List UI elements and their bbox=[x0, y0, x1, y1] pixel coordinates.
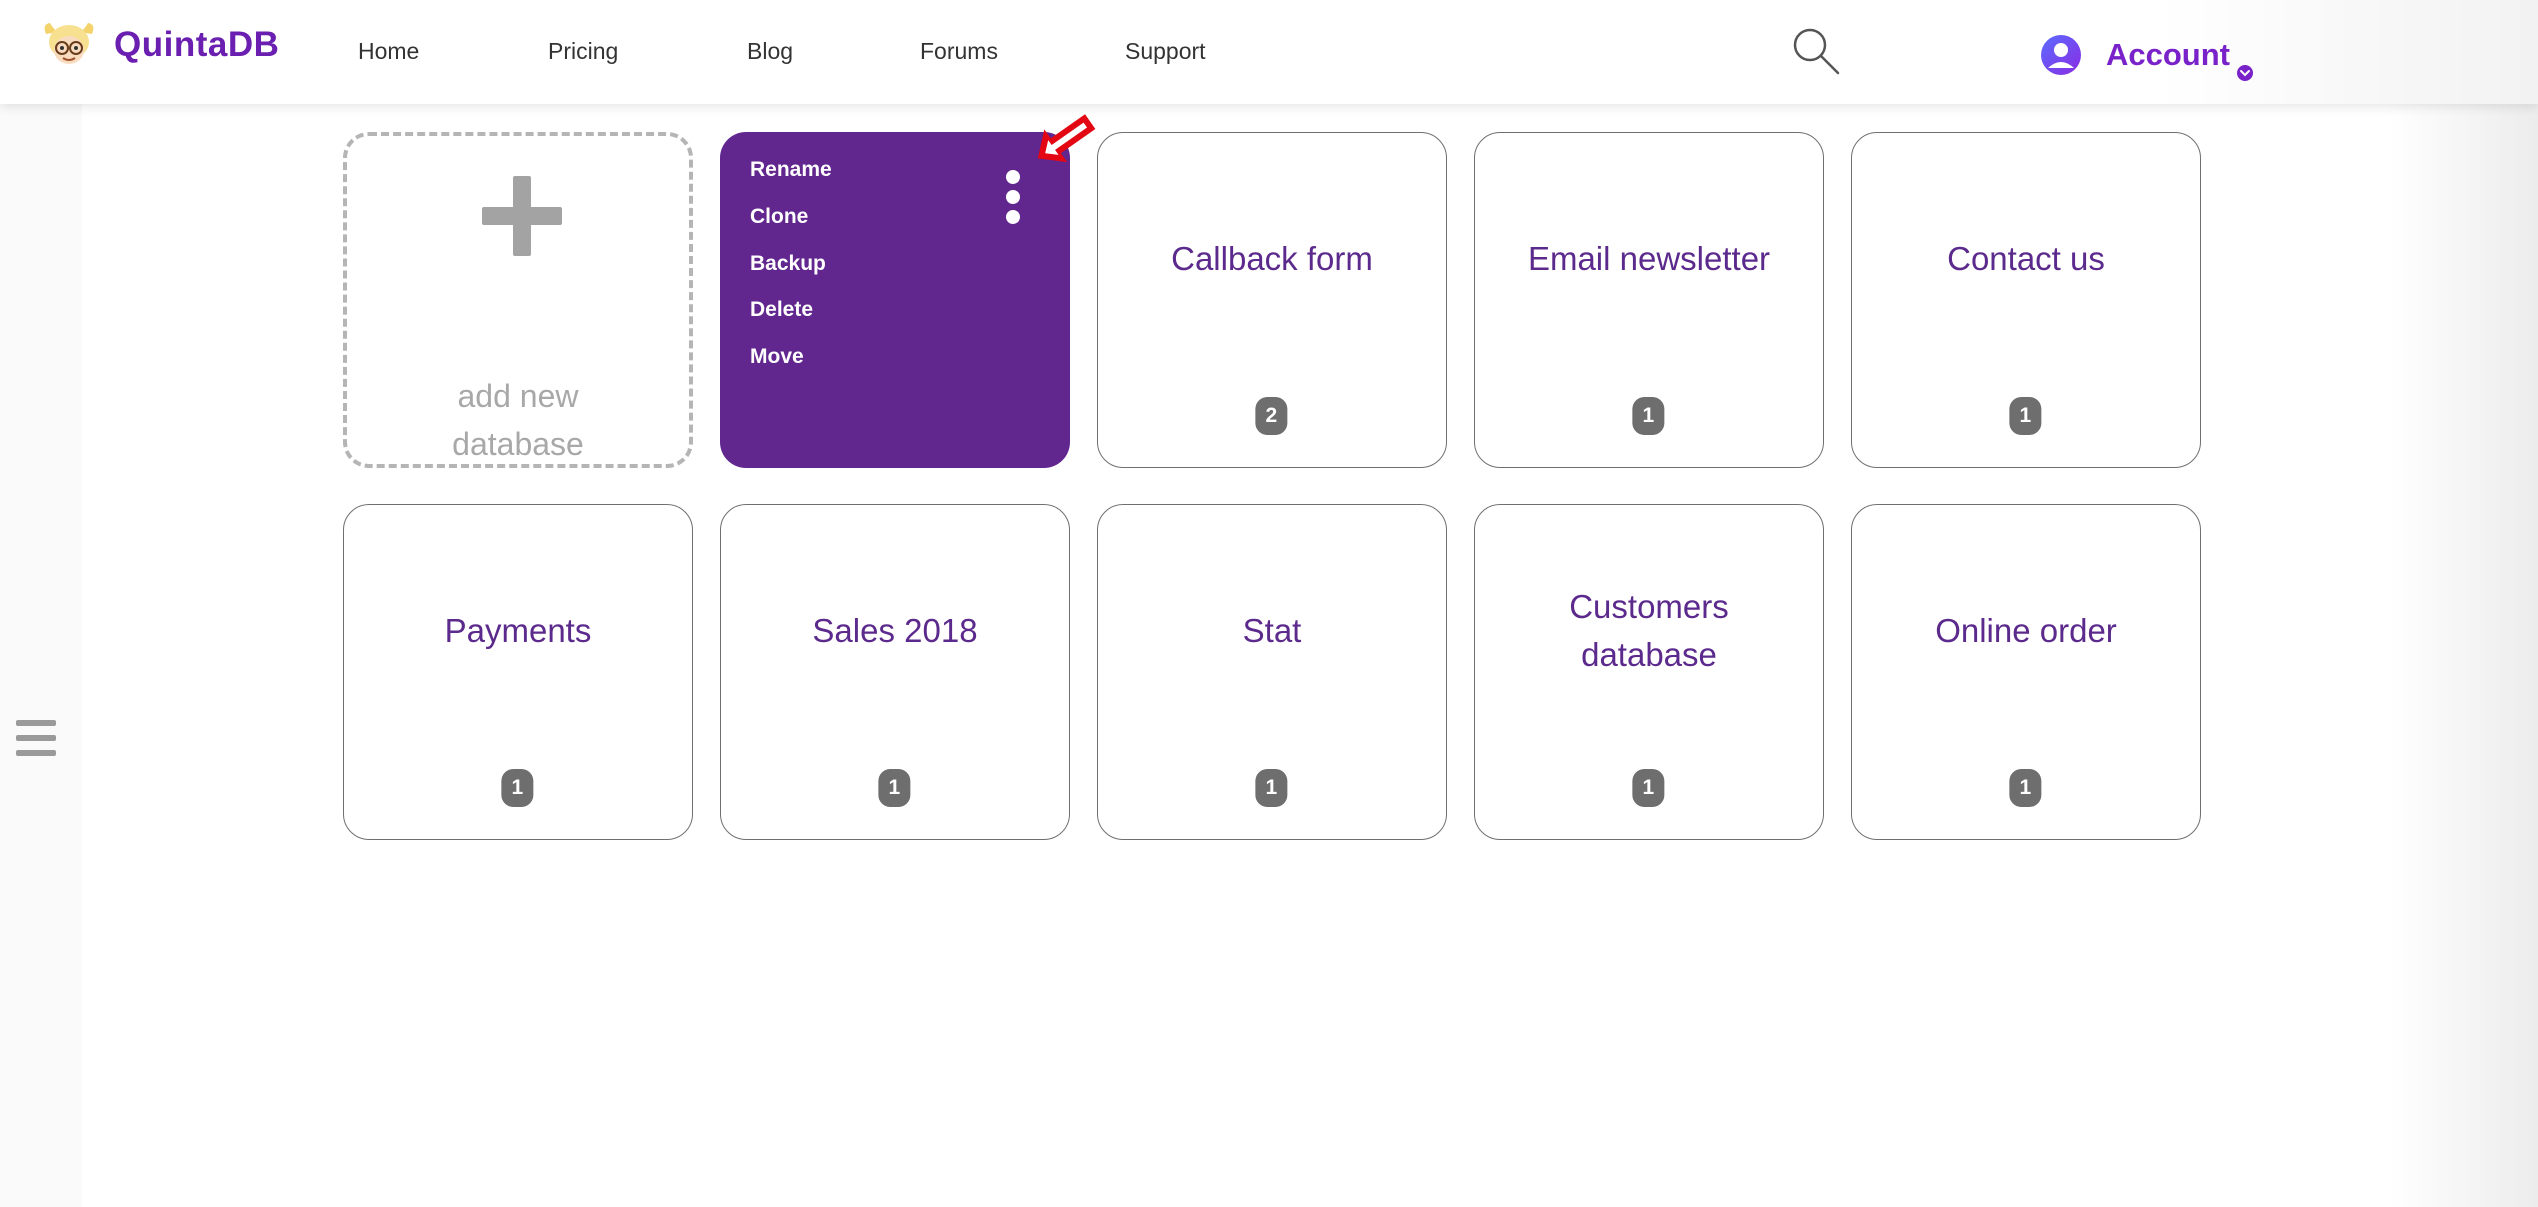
database-badge: 1 bbox=[2009, 397, 2042, 435]
arrow-pointer-icon bbox=[1037, 114, 1096, 163]
database-badge: 1 bbox=[1632, 769, 1665, 807]
kebab-dot bbox=[1006, 170, 1020, 184]
nav-home[interactable]: Home bbox=[358, 38, 419, 65]
chevron-down-icon[interactable] bbox=[2236, 64, 2254, 82]
database-card[interactable]: Stat 1 bbox=[1097, 504, 1447, 840]
database-card[interactable]: Sales 2018 1 bbox=[720, 504, 1070, 840]
nav-blog[interactable]: Blog bbox=[747, 38, 793, 65]
hamburger-menu-icon[interactable] bbox=[16, 720, 56, 756]
nav-pricing[interactable]: Pricing bbox=[548, 38, 618, 65]
kebab-dot bbox=[1006, 190, 1020, 204]
logo[interactable]: QuintaDB bbox=[40, 20, 279, 70]
database-badge: 1 bbox=[2009, 769, 2042, 807]
database-title: Stat bbox=[1242, 612, 1302, 649]
database-badge: 1 bbox=[878, 769, 911, 807]
user-avatar-icon bbox=[2041, 35, 2081, 75]
right-shade bbox=[2388, 104, 2538, 1207]
top-header: QuintaDB Home Pricing Blog Forums Suppor… bbox=[0, 0, 2538, 104]
database-badge: 1 bbox=[501, 769, 534, 807]
kebab-dot bbox=[1006, 210, 1020, 224]
hamburger-line bbox=[16, 735, 56, 741]
account-menu[interactable]: Account bbox=[2040, 34, 2230, 76]
database-card[interactable]: Online order 1 bbox=[1851, 504, 2201, 840]
kebab-menu-icon[interactable] bbox=[1004, 170, 1022, 224]
account-label: Account bbox=[2106, 37, 2230, 72]
database-title: Email newsletter bbox=[1527, 240, 1771, 277]
database-title: Callback form bbox=[1171, 240, 1373, 277]
nav-support[interactable]: Support bbox=[1125, 38, 1206, 65]
database-title: Customers database bbox=[1569, 588, 1729, 673]
database-card[interactable]: Payments 1 bbox=[343, 504, 693, 840]
logo-mascot-icon bbox=[44, 23, 94, 64]
add-database-label: add new database bbox=[452, 378, 584, 462]
database-badge: 1 bbox=[1255, 769, 1288, 807]
menu-rename[interactable]: Rename bbox=[750, 158, 832, 182]
nav-forums[interactable]: Forums bbox=[920, 38, 998, 65]
hamburger-line bbox=[16, 720, 56, 726]
database-title: Online order bbox=[1935, 612, 2117, 649]
database-card[interactable]: Callback form 2 bbox=[1097, 132, 1447, 468]
database-card[interactable]: Contact us 1 bbox=[1851, 132, 2201, 468]
menu-move[interactable]: Move bbox=[750, 345, 804, 369]
database-card[interactable]: Email newsletter 1 bbox=[1474, 132, 1824, 468]
plus-icon bbox=[482, 176, 562, 256]
menu-delete[interactable]: Delete bbox=[750, 298, 813, 322]
database-card-active[interactable]: Rename Clone Backup Delete Move bbox=[720, 132, 1070, 468]
database-title: Contact us bbox=[1947, 240, 2105, 277]
database-title: Payments bbox=[444, 612, 592, 649]
database-badge: 1 bbox=[1632, 397, 1665, 435]
database-card[interactable]: Customers database 1 bbox=[1474, 504, 1824, 840]
left-sidebar bbox=[0, 104, 82, 1207]
menu-backup[interactable]: Backup bbox=[750, 252, 826, 276]
search-icon[interactable] bbox=[1790, 25, 1842, 77]
database-title: Sales 2018 bbox=[812, 612, 978, 649]
add-database-card[interactable]: add new database bbox=[343, 132, 693, 468]
database-badge: 2 bbox=[1255, 397, 1288, 435]
menu-clone[interactable]: Clone bbox=[750, 205, 808, 229]
hamburger-line bbox=[16, 750, 56, 756]
logo-text: QuintaDB bbox=[114, 25, 280, 64]
